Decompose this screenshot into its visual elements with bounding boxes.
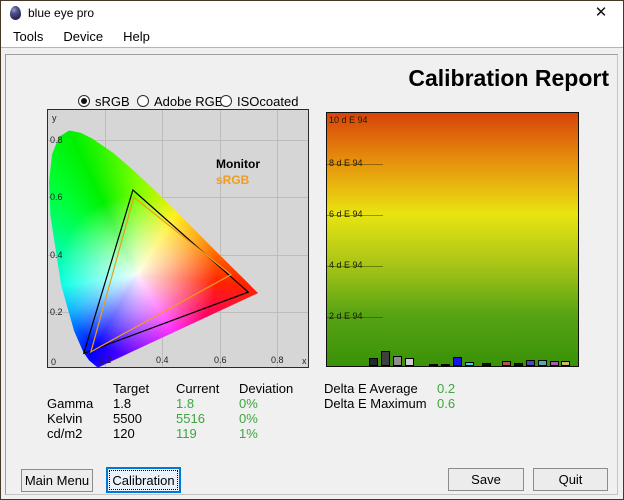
legend-srgb: sRGB (216, 173, 250, 187)
delta-tick-label: 8 d E 94 (329, 158, 363, 168)
title-bar: blue eye pro ✕ (1, 1, 623, 25)
delta-tick-label: 2 d E 94 (329, 311, 363, 321)
radio-circle-icon[interactable] (78, 95, 90, 107)
luminance-deviation: 1% (239, 426, 258, 441)
delta-e-bar (514, 363, 523, 366)
delta-e-bar (561, 361, 570, 366)
save-button[interactable]: Save (448, 468, 524, 491)
gamut-triangles (82, 188, 250, 355)
main-menu-button[interactable]: Main Menu (21, 469, 93, 492)
delta-e-bar (526, 360, 535, 366)
results-table: Target Current Deviation Gamma 1.8 1.8 0… (47, 381, 309, 441)
radio-adobe-rgb[interactable]: Adobe RGB (137, 93, 223, 109)
menu-item-tools[interactable]: Tools (3, 26, 53, 47)
delta-tick-label: 10 d E 94 (329, 115, 368, 125)
col-header-target: Target (113, 381, 150, 396)
quit-button[interactable]: Quit (533, 468, 608, 491)
row-label-kelvin: Kelvin (47, 411, 83, 426)
menu-bar: Tools Device Help (1, 25, 623, 48)
radio-circle-icon[interactable] (220, 95, 232, 107)
row-label-gamma: Gamma (47, 396, 94, 411)
delta-e-bar (482, 363, 491, 366)
delta-e-bar (441, 364, 450, 366)
legend-monitor: Monitor (216, 157, 260, 171)
close-icon[interactable]: ✕ (585, 2, 617, 24)
app-icon (10, 6, 21, 20)
luminance-target: 120 (113, 426, 135, 441)
kelvin-target: 5500 (113, 411, 142, 426)
delta-e-average-value: 0.2 (437, 381, 456, 396)
delta-e-bar (369, 358, 378, 366)
delta-e-summary: Delta E Average 0.2 Delta E Maximum 0.6 (324, 381, 497, 411)
luminance-current: 119 (176, 426, 197, 441)
delta-e-bar (393, 356, 402, 366)
radio-circle-icon[interactable] (137, 95, 149, 107)
gamut-triangle-srgb (89, 196, 233, 354)
gamma-deviation: 0% (239, 396, 258, 411)
delta-tick-label: 6 d E 94 (329, 209, 363, 219)
table-corner (47, 381, 113, 396)
kelvin-current: 5516 (176, 411, 205, 426)
col-header-deviation: Deviation (239, 381, 294, 396)
cie-chromaticity-chart: 0.2 0.2 0.4 0.4 0.6 0.6 0.8 0.8 0 y x Monitor sRGB (47, 109, 309, 368)
radio-isocoated[interactable]: ISOcoated (220, 93, 298, 109)
delta-e-maximum-label: Delta E Maximum (324, 396, 427, 411)
delta-e-bar (502, 361, 511, 366)
delta-tick-label: 4 d E 94 (329, 260, 363, 270)
delta-e-bar (453, 357, 462, 366)
gamut-triangle-monitor (82, 188, 250, 355)
col-header-current: Current (176, 381, 220, 396)
delta-e-bar (550, 361, 559, 366)
window-title: blue eye pro (28, 6, 95, 20)
radio-label: ISOcoated (237, 93, 299, 109)
delta-e-bar (405, 358, 414, 366)
menu-item-device[interactable]: Device (53, 26, 113, 47)
radio-label: sRGB (95, 93, 130, 109)
page-title: Calibration Report (408, 65, 609, 91)
row-label-luminance: cd/m2 (47, 426, 83, 441)
delta-e-bar (429, 364, 438, 366)
delta-e-bar (465, 362, 474, 366)
delta-e-bar (538, 360, 547, 366)
delta-e-maximum-value: 0.6 (437, 396, 456, 411)
delta-e-chart: 10 d E 94 8 d E 94 6 d E 94 4 d E 94 2 d E 9… (326, 112, 579, 367)
kelvin-deviation: 0% (239, 411, 258, 426)
app-window: blue eye pro ✕ Tools Device Help sRGB Ado… (0, 0, 624, 500)
gamma-target: 1.8 (113, 396, 132, 411)
delta-e-bar (381, 351, 390, 366)
radio-srgb[interactable]: sRGB (78, 93, 130, 109)
radio-label: Adobe RGB (154, 93, 224, 109)
calibration-button[interactable]: Calibration (106, 467, 181, 493)
gamma-current: 1.8 (176, 396, 195, 411)
menu-item-help[interactable]: Help (113, 26, 160, 47)
delta-e-average-label: Delta E Average (324, 381, 418, 396)
